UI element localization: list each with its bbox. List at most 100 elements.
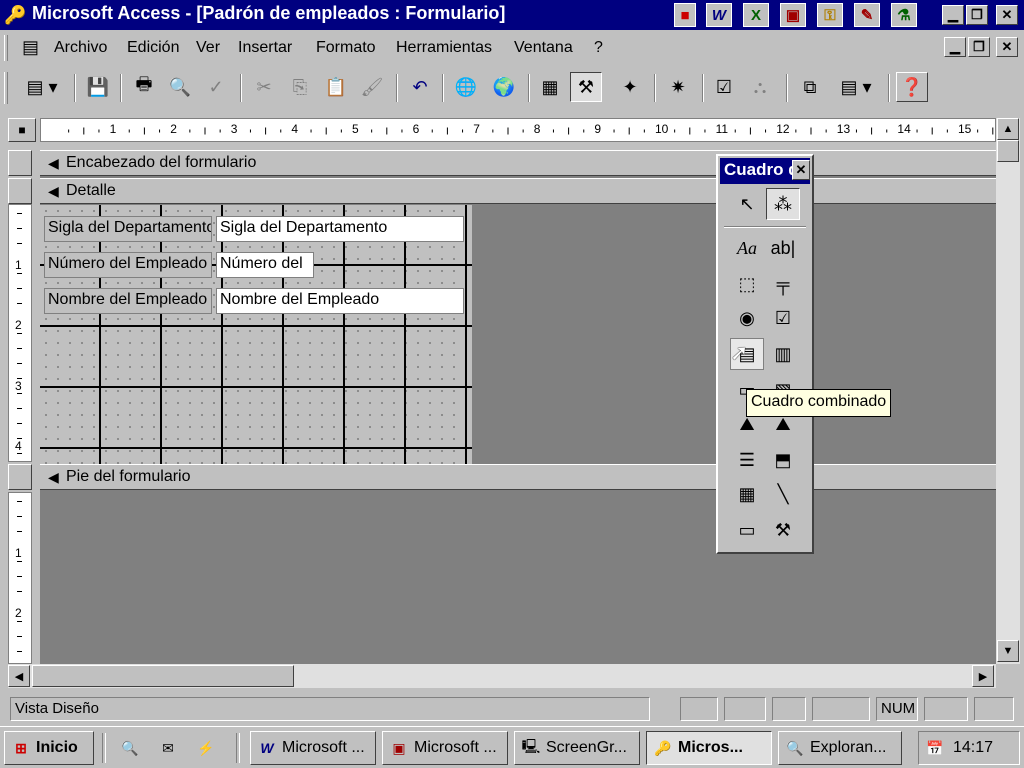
print-preview-button[interactable]: 🔍 (164, 72, 196, 102)
new-object-dropdown-button[interactable]: ▤ ▾ (830, 72, 882, 102)
textbox-tool[interactable]: ab| (766, 232, 800, 264)
paste-button[interactable]: 📋 (320, 72, 352, 102)
database-window-button[interactable]: ⧉ (794, 72, 826, 102)
form-doc-icon[interactable]: ▤ (22, 37, 39, 58)
section-detail-bar[interactable]: ◀ Detalle (40, 178, 996, 204)
scheduler-tray-icon[interactable]: 📅 (925, 739, 945, 757)
spelling-button[interactable]: ✓ (200, 72, 232, 102)
insert-hyperlink-button[interactable]: 🌐 (450, 72, 482, 102)
task-word[interactable]: W Microsoft ... (250, 731, 376, 765)
toolbox-toggle-button[interactable]: ⚒ (570, 72, 602, 102)
label-tool[interactable]: Aa (730, 232, 764, 264)
print-button[interactable]: 🖶 (128, 72, 160, 102)
doc-close-button[interactable]: ✕ (996, 37, 1018, 57)
toggle-button-tool[interactable]: ╤ (766, 268, 800, 300)
option-group-tool[interactable]: ⬚ (730, 268, 764, 300)
field-label-nombre[interactable]: Nombre del Empleado (44, 288, 212, 314)
channels-quicklaunch-icon[interactable]: ⚡ (196, 739, 216, 757)
footer-vertical-ruler[interactable]: 12 (8, 492, 32, 664)
footer-section-selector[interactable] (8, 464, 32, 490)
view-dropdown-button[interactable]: ▤ ▾ (16, 72, 68, 102)
detail-vertical-ruler[interactable]: 1 2 3 4 (8, 204, 32, 462)
detail-grid[interactable]: Sigla del Departamento Sigla del Departa… (40, 205, 472, 464)
word-icon[interactable]: W (706, 3, 732, 27)
subform-tool[interactable]: ▦ (730, 478, 764, 510)
menu-help[interactable]: ? (594, 39, 603, 57)
doc-minimize-button[interactable]: ▁ (944, 37, 966, 57)
horizontal-ruler[interactable]: 1 2 3 4 5 6 7 8 9 10 11 12 13 14 15 (40, 118, 996, 142)
task-access[interactable]: 🔑 Micros... (646, 731, 772, 765)
build-button[interactable]: ⛬ (744, 72, 776, 102)
scroll-down-button[interactable]: ▼ (997, 640, 1019, 662)
vertical-scroll-thumb[interactable] (997, 140, 1019, 162)
horizontal-scrollbar[interactable]: ◀ ▶ (8, 664, 996, 688)
field-textbox-numero[interactable]: Número del (216, 252, 314, 278)
page-break-tool[interactable]: ☰ (730, 444, 764, 476)
menu-archivo[interactable]: Archivo (54, 39, 107, 57)
minimize-button[interactable]: ▁ (942, 5, 964, 25)
section-header-bar[interactable]: ◀ Encabezado del formulario (40, 150, 996, 176)
scroll-left-button[interactable]: ◀ (8, 665, 30, 687)
control-wizards-tool[interactable]: ⁂ (766, 188, 800, 220)
ruler-tick (68, 129, 70, 133)
menu-edicion[interactable]: Edición (127, 39, 179, 57)
properties-button[interactable]: ☑ (708, 72, 740, 102)
field-label-sigla[interactable]: Sigla del Departamento (44, 216, 212, 242)
excel-icon[interactable]: X (743, 3, 769, 27)
field-label-numero[interactable]: Número del Empleado (44, 252, 212, 278)
access-key-icon[interactable]: 🔑 (4, 5, 26, 26)
horizontal-scroll-thumb[interactable] (32, 665, 294, 687)
select-objects-tool[interactable]: ↖ (730, 188, 764, 220)
field-textbox-nombre[interactable]: Nombre del Empleado (216, 288, 464, 314)
explorer-quicklaunch-icon[interactable]: 🔍 (120, 739, 140, 757)
more-controls-tool[interactable]: ⚒ (766, 514, 800, 546)
autoformat-button[interactable]: ✦ (614, 72, 646, 102)
detail-section-selector[interactable] (8, 178, 32, 204)
task-explorer[interactable]: 🔍 Exploran... (778, 731, 902, 765)
start-button[interactable]: ⊞ Inicio (4, 731, 94, 765)
menu-herramientas[interactable]: Herramientas (396, 39, 492, 57)
ruler-tick (795, 129, 797, 133)
task-screengrab[interactable]: 🖳 ScreenGr... (514, 731, 640, 765)
cut-button[interactable]: ✂ (248, 72, 280, 102)
clock[interactable]: 14:17 (953, 739, 993, 757)
scroll-right-button[interactable]: ▶ (972, 665, 994, 687)
menu-grip[interactable] (4, 35, 8, 61)
tab-control-tool[interactable]: ⬒ (766, 444, 800, 476)
option-button-tool[interactable]: ◉ (730, 302, 764, 334)
menu-formato[interactable]: Formato (316, 39, 376, 57)
line-tool[interactable]: ╲ (766, 478, 800, 510)
powerpoint-icon[interactable]: ▣ (780, 3, 806, 27)
save-button[interactable]: 💾 (82, 72, 114, 102)
toolbar-grip[interactable] (4, 72, 8, 104)
header-section-selector[interactable] (8, 150, 32, 176)
scientist-icon[interactable]: ⚗ (891, 3, 917, 27)
scroll-up-button[interactable]: ▲ (997, 118, 1019, 140)
check-box-tool[interactable]: ☑ (766, 302, 800, 334)
menu-ventana[interactable]: Ventana (514, 39, 573, 57)
form-selector[interactable]: ■ (8, 118, 36, 142)
notepad-icon[interactable]: ✎ (854, 3, 880, 27)
doc-restore-button[interactable]: ❐ (968, 37, 990, 57)
field-list-button[interactable]: ▦ (534, 72, 566, 102)
web-toolbar-button[interactable]: 🌍 (488, 72, 520, 102)
code-button[interactable]: ✷ (662, 72, 694, 102)
menu-insertar[interactable]: Insertar (238, 39, 292, 57)
outlook-quicklaunch-icon[interactable]: ✉ (158, 739, 178, 757)
close-button[interactable]: ✕ (996, 5, 1018, 25)
format-painter-button[interactable]: 🖌 (356, 72, 388, 102)
task-powerpoint[interactable]: ▣ Microsoft ... (382, 731, 508, 765)
menu-ver[interactable]: Ver (196, 39, 220, 57)
rectangle-tool[interactable]: ▭ (730, 514, 764, 546)
undo-button[interactable]: ↶ (404, 72, 436, 102)
toolbox-close-button[interactable]: ✕ (792, 160, 810, 180)
vertical-scrollbar[interactable]: ▲ ▼ (996, 118, 1020, 664)
office-shortcut-icon[interactable]: ■ (674, 3, 696, 27)
section-footer-bar[interactable]: ◀ Pie del formulario (40, 464, 996, 490)
list-box-tool[interactable]: ▥ (766, 338, 800, 370)
help-button[interactable]: ❓ (896, 72, 928, 102)
key-icon[interactable]: ⚿ (817, 3, 843, 27)
copy-button[interactable]: ⎘ (284, 72, 316, 102)
restore-button[interactable]: ❐ (966, 5, 988, 25)
field-textbox-sigla[interactable]: Sigla del Departamento (216, 216, 464, 242)
